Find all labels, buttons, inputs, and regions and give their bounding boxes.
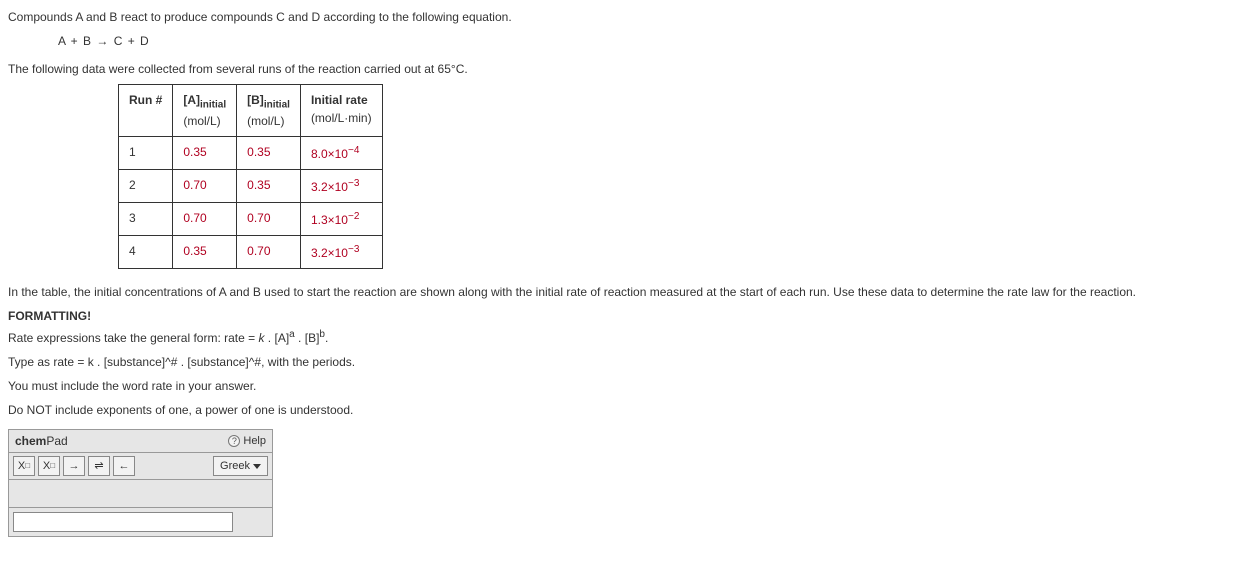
subscript-button[interactable]: X□ [13,456,35,476]
arrow-equilibrium-button[interactable]: ⇌ [88,456,110,476]
help-icon: ? [228,435,240,447]
formatting-line-1: Rate expressions take the general form: … [8,327,1247,347]
col-a: [A]initial (mol/L) [173,85,237,137]
instructions: In the table, the initial concentrations… [8,283,1247,301]
chempad-brand: chemPad [15,432,68,450]
equation: A + B → C + D [58,32,1247,50]
col-rate: Initial rate (mol/L·min) [300,85,382,137]
chempad-widget: chemPad ? Help X□ X□ → ⇌ ← Greek [8,429,273,537]
chempad-toolbar: X□ X□ → ⇌ ← Greek [9,453,272,480]
formatting-title: FORMATTING! [8,307,1247,325]
chempad-header: chemPad ? Help [9,430,272,453]
col-b: [B]initial (mol/L) [237,85,301,137]
table-row: 4 0.35 0.70 3.2×10−3 [119,236,383,269]
kinetics-table: Run # [A]initial (mol/L) [B]initial (mol… [118,84,383,269]
superscript-button[interactable]: X□ [38,456,60,476]
chempad-input[interactable] [13,512,233,532]
help-button[interactable]: ? Help [228,433,266,450]
formatting-line-2: Type as rate = k . [substance]^# . [subs… [8,353,1247,371]
col-run: Run # [119,85,173,137]
greek-dropdown[interactable]: Greek [213,456,268,476]
chempad-display [9,480,272,508]
formatting-line-4: Do NOT include exponents of one, a power… [8,401,1247,419]
arrow-left-button[interactable]: ← [113,456,135,476]
formatting-line-3: You must include the word rate in your a… [8,377,1247,395]
arrow-right-button[interactable]: → [63,456,85,476]
intro-line-1: Compounds A and B react to produce compo… [8,8,1247,26]
chevron-down-icon [253,464,261,469]
intro-line-2: The following data were collected from s… [8,60,1247,78]
table-row: 3 0.70 0.70 1.3×10−2 [119,203,383,236]
table-row: 2 0.70 0.35 3.2×10−3 [119,170,383,203]
table-row: 1 0.35 0.35 8.0×10−4 [119,137,383,170]
